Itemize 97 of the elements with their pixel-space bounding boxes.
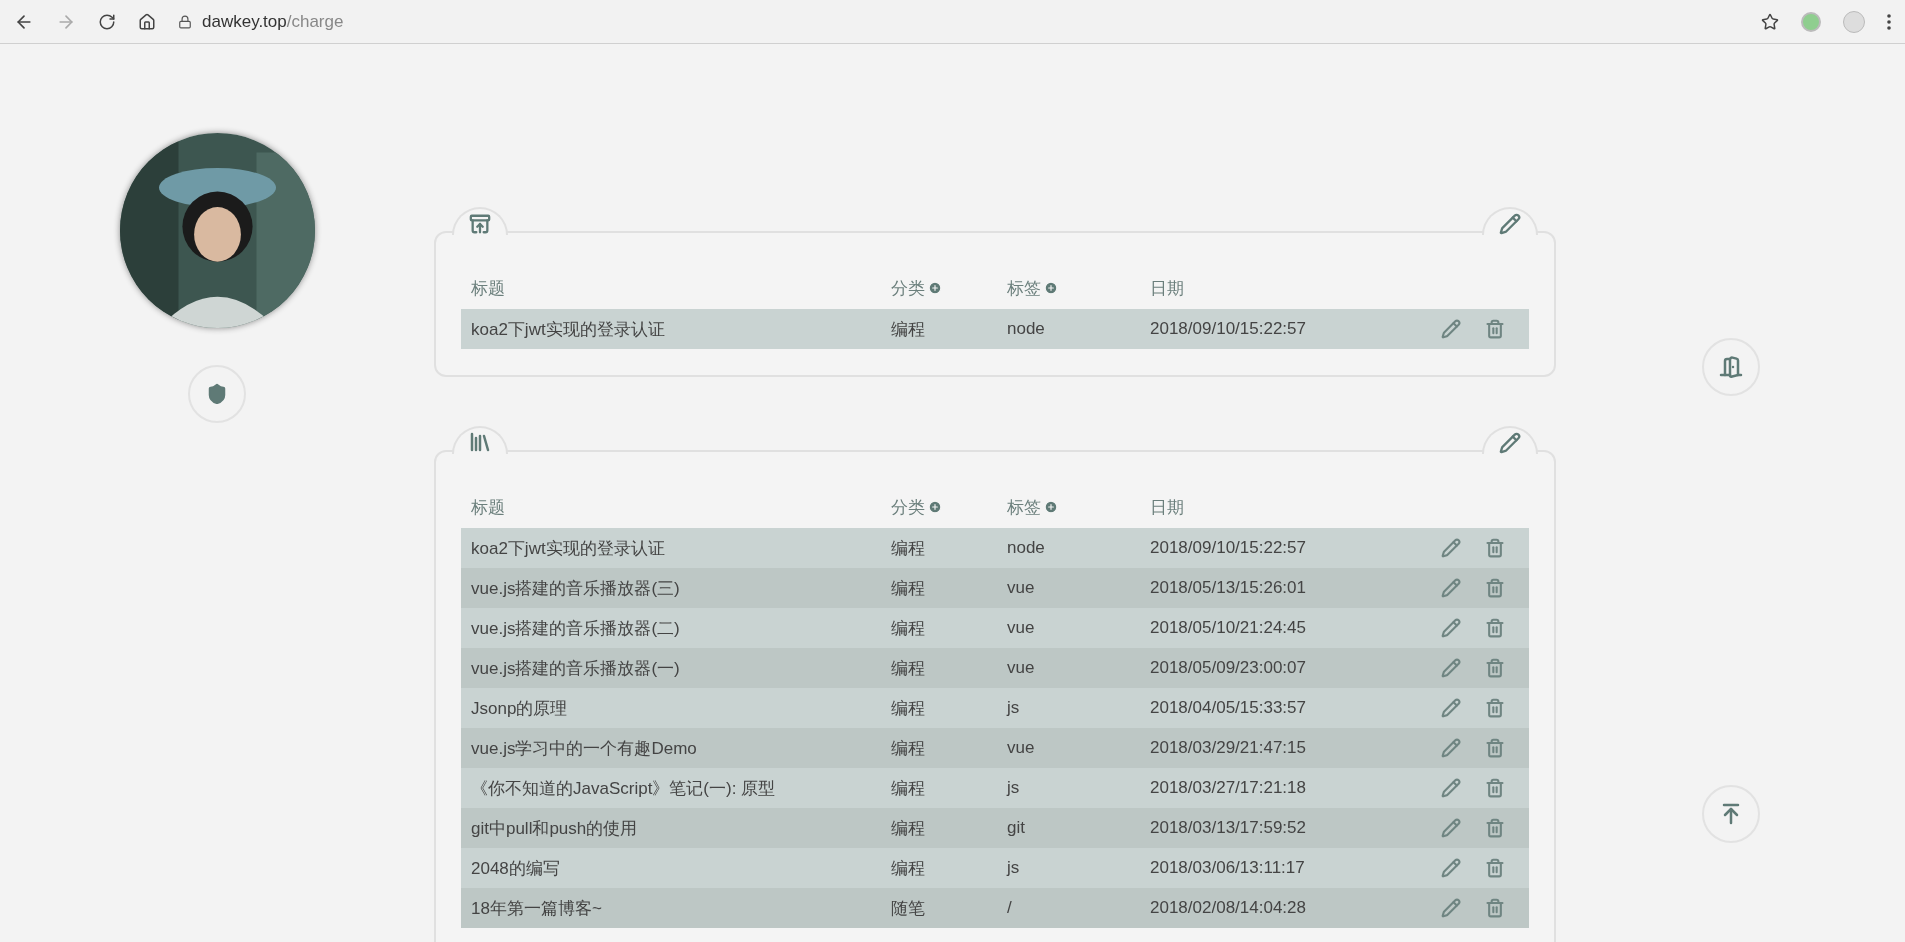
reload-button[interactable]: [98, 12, 116, 31]
bookmark-button[interactable]: [1761, 12, 1779, 31]
category-cell-text: 编程: [891, 777, 926, 800]
edit-icon: [1441, 658, 1461, 678]
category-cell-text: 编程: [891, 537, 926, 560]
edit-icon: [1441, 538, 1461, 558]
category-cell-text: 编程: [891, 617, 926, 640]
date-cell-text: 2018/03/29/21:47:15: [1150, 738, 1307, 758]
add-icon[interactable]: [1044, 500, 1058, 514]
add-icon[interactable]: [928, 281, 942, 295]
trash-icon: [1485, 578, 1505, 598]
door-icon: [1718, 355, 1743, 379]
title-cell[interactable]: vue.js学习中的一个有趣Demo: [471, 736, 891, 760]
tag-cell-text: js: [1007, 698, 1021, 718]
tag-cell-text: vue: [1007, 738, 1036, 758]
title-cell[interactable]: koa2下jwt实现的登录认证: [471, 536, 891, 560]
edit-icon: [1441, 698, 1461, 718]
edit-icon[interactable]: [1499, 213, 1521, 235]
edit-icon: [1441, 858, 1461, 878]
category-cell-text: 编程: [891, 318, 926, 341]
column-header: 标签: [1007, 496, 1041, 519]
date-cell-text: 2018/05/10/21:24:45: [1150, 618, 1307, 638]
tag-cell-text: vue: [1007, 658, 1036, 678]
category-cell-text: 编程: [891, 737, 926, 760]
trash-icon: [1485, 698, 1505, 718]
trash-icon: [1485, 658, 1505, 678]
title-cell[interactable]: Jsonp的原理: [471, 696, 891, 720]
category-cell-text: 编程: [891, 577, 926, 600]
trash-icon: [1485, 618, 1505, 638]
edit-icon: [1441, 778, 1461, 798]
edit-icon: [1441, 319, 1461, 339]
date-cell-text: 2018/03/27/17:21:18: [1150, 778, 1307, 798]
home-button[interactable]: [138, 12, 156, 31]
trash-icon: [1485, 818, 1505, 838]
tag-cell-text: js: [1007, 778, 1021, 798]
column-header: 标签: [1007, 277, 1041, 300]
menu-button[interactable]: [1887, 13, 1891, 30]
books-icon[interactable]: [468, 430, 492, 454]
column-header: 分类: [891, 496, 925, 519]
edit-icon: [1441, 818, 1461, 838]
lock-icon: [178, 14, 192, 29]
profile-icon[interactable]: [1843, 10, 1865, 33]
category-cell-text: 编程: [891, 857, 926, 880]
tag-cell-text: vue: [1007, 618, 1036, 638]
column-header: 日期: [1150, 496, 1185, 519]
trash-icon: [1485, 538, 1505, 558]
tag-cell-text: js: [1007, 858, 1021, 878]
tag-cell-text: git: [1007, 818, 1026, 838]
category-cell-text: 编程: [891, 697, 926, 720]
trash-icon: [1485, 858, 1505, 878]
tag-cell-text: node: [1007, 538, 1046, 558]
date-cell-text: 2018/02/08/14:04:28: [1150, 898, 1307, 918]
title-cell[interactable]: vue.js搭建的音乐播放器(一): [471, 656, 891, 680]
card-tab[interactable]: [452, 207, 508, 235]
trash-icon: [1485, 319, 1505, 339]
title-cell[interactable]: vue.js搭建的音乐播放器(三): [471, 576, 891, 600]
trash-icon: [1485, 778, 1505, 798]
url-host[interactable]: dawkey.top: [202, 11, 287, 32]
date-cell-text: 2018/05/13/15:26:01: [1150, 578, 1307, 598]
title-cell[interactable]: 2048的编写: [471, 856, 891, 880]
title-cell[interactable]: git中pull和push的使用: [471, 816, 891, 840]
tag-cell-text: node: [1007, 319, 1046, 339]
column-header: 日期: [1150, 277, 1185, 300]
add-icon[interactable]: [928, 500, 942, 514]
add-icon[interactable]: [1044, 281, 1058, 295]
recycle-bin-icon[interactable]: [469, 213, 491, 235]
date-cell-text: 2018/09/10/15:22:57: [1150, 538, 1307, 558]
menu-icon: [1887, 13, 1891, 30]
card-tab[interactable]: [1482, 207, 1538, 235]
title-cell[interactable]: koa2下jwt实现的登录认证: [471, 317, 891, 341]
title-cell[interactable]: vue.js搭建的音乐播放器(二): [471, 616, 891, 640]
title-cell[interactable]: 18年第一篇博客~: [471, 896, 891, 920]
trash-icon: [1485, 898, 1505, 918]
extension-icon[interactable]: [1801, 11, 1821, 32]
title-cell[interactable]: 《你不知道的JavaScript》笔记(一): 原型: [471, 776, 891, 800]
edit-icon[interactable]: [1499, 432, 1521, 454]
tag-cell-text: vue: [1007, 578, 1036, 598]
date-cell-text: 2018/09/10/15:22:57: [1150, 319, 1307, 339]
tag-cell-text: /: [1007, 898, 1013, 918]
shield-icon: [206, 383, 228, 405]
date-cell-text: 2018/03/06/13:11:17: [1150, 858, 1306, 878]
column-header: 分类: [891, 277, 925, 300]
date-cell-text: 2018/03/13/17:59:52: [1150, 818, 1307, 838]
date-cell-text: 2018/04/05/15:33:57: [1150, 698, 1307, 718]
category-cell-text: 编程: [891, 657, 926, 680]
card-tab[interactable]: [1482, 426, 1538, 454]
category-cell-text: 随笔: [891, 897, 926, 920]
category-cell-text: 编程: [891, 817, 926, 840]
date-cell-text: 2018/05/09/23:00:07: [1150, 658, 1307, 678]
trash-icon: [1485, 738, 1505, 758]
column-header: 标题: [471, 496, 506, 519]
column-header: 标题: [471, 277, 506, 300]
edit-icon: [1441, 578, 1461, 598]
card-tab[interactable]: [452, 426, 508, 454]
edit-icon: [1441, 618, 1461, 638]
edit-icon: [1441, 738, 1461, 758]
edit-icon: [1441, 898, 1461, 918]
